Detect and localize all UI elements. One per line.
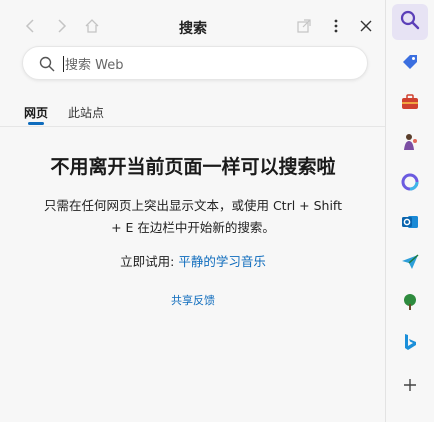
sidebar-rail — [386, 0, 434, 422]
search-input[interactable] — [63, 53, 357, 77]
description-text: 只需在任何网页上突出显示文本，或使用 Ctrl + Shift + E 在边栏中… — [43, 198, 343, 235]
search-icon — [39, 56, 55, 72]
try-it-row: 立即试用: 平静的学习音乐 — [0, 251, 386, 270]
share-feedback-link[interactable]: 共享反馈 — [0, 292, 386, 308]
try-it-link[interactable]: 平静的学习音乐 — [178, 254, 266, 269]
bing-icon — [400, 332, 420, 356]
rail-add[interactable] — [392, 368, 428, 404]
rail-send[interactable] — [392, 246, 428, 282]
rail-games[interactable] — [392, 126, 428, 162]
text-cursor — [63, 56, 64, 72]
shopping-tag-icon — [400, 52, 420, 76]
search-icon — [400, 10, 420, 34]
rail-copilot[interactable] — [392, 166, 428, 202]
rail-shopping[interactable] — [392, 46, 428, 82]
search-box — [22, 46, 368, 80]
active-tab-indicator — [28, 122, 44, 125]
tools-icon — [400, 92, 420, 116]
rail-tools[interactable] — [392, 86, 428, 122]
rail-search[interactable] — [392, 4, 428, 40]
more-options-icon[interactable] — [326, 16, 346, 36]
panel-header: 搜索 — [0, 0, 386, 52]
copilot-icon — [400, 172, 420, 196]
tab-web[interactable]: 网页 — [24, 104, 48, 121]
rail-bing[interactable] — [392, 326, 428, 362]
close-icon[interactable] — [356, 16, 376, 36]
search-side-panel: 搜索 网页 此站点 不用离开当前页面一样可以搜索啦 只需在任何网页上突出显示文本… — [0, 0, 386, 422]
tree-icon — [400, 292, 420, 316]
tab-this-site[interactable]: 此站点 — [68, 104, 104, 121]
games-icon — [400, 132, 420, 156]
add-icon — [403, 377, 417, 396]
page-headline: 不用离开当前页面一样可以搜索啦 — [50, 156, 336, 178]
outlook-icon — [400, 212, 420, 236]
rail-outlook[interactable] — [392, 206, 428, 242]
try-it-label: 立即试用: — [120, 254, 179, 269]
open-in-tab-icon[interactable] — [294, 16, 314, 36]
send-icon — [400, 252, 420, 276]
rail-tree[interactable] — [392, 286, 428, 322]
tabs-divider — [0, 126, 385, 127]
